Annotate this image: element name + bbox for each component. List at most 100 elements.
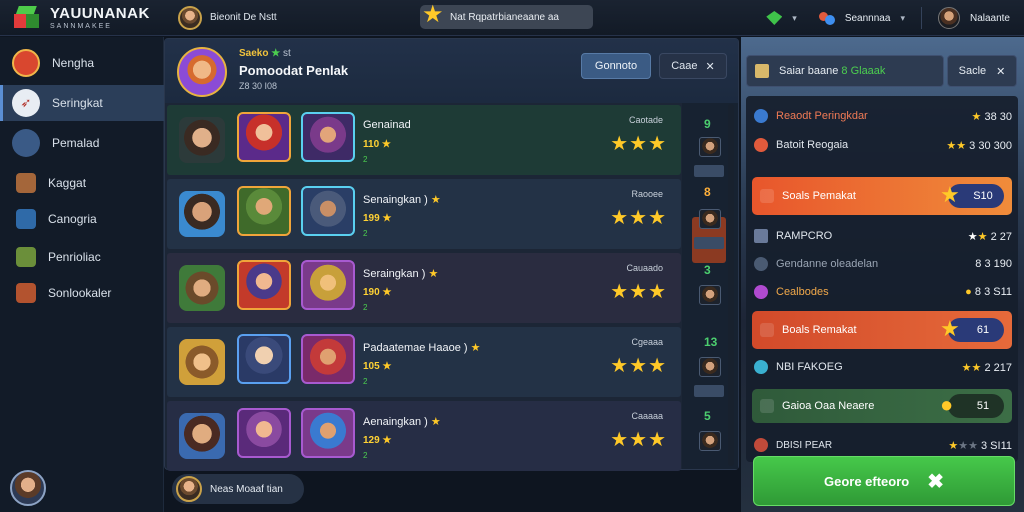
sidebar-item-home[interactable]: Nengha <box>0 45 164 81</box>
friends-icon[interactable] <box>818 10 835 26</box>
chest-icon <box>755 64 769 78</box>
player-score: 110 ★ <box>363 139 391 150</box>
list-item[interactable]: DBISI PEAR ★★★ 3 SI11 <box>754 433 1012 457</box>
rewards-tab[interactable]: Saiar baane 8 Glaaak <box>746 55 944 87</box>
sidebar-item-label: Nengha <box>52 56 95 70</box>
sidebar-item-players[interactable]: Pemalad <box>0 125 164 161</box>
player-portrait <box>179 339 225 385</box>
table-row[interactable]: Seraingkan ) ★ 190 ★ 2 Cauaado ★★★ <box>167 253 681 323</box>
rank-number: 8 <box>704 185 711 199</box>
rating-stars: ★★★ <box>610 207 667 229</box>
logo-title: YAUUNANAK <box>50 4 150 22</box>
player-sub: 2 <box>363 229 368 238</box>
player-portrait <box>179 413 225 459</box>
claim-button[interactable]: Geore efteoro ✖ <box>753 456 1015 506</box>
hero-rank-label: Saeko ★ st <box>239 48 291 59</box>
player-sub: 2 <box>363 451 368 460</box>
swords-icon: ✖ <box>927 470 944 493</box>
row-status: Caaaaa <box>631 411 663 421</box>
rank-bar <box>694 237 724 249</box>
chat-button[interactable]: Neas Moaaf tian <box>172 474 304 504</box>
unit-card[interactable] <box>237 112 291 162</box>
account-avatar[interactable] <box>10 470 46 506</box>
quest-banner-text: Nat Rqpatrbianeaane aa <box>450 11 559 23</box>
confirm-button[interactable]: Gonnoto <box>581 53 651 79</box>
player-name: Senaingkan ) ★ <box>363 194 441 206</box>
sidebar-item-label: Sonlookaler <box>48 286 112 300</box>
profile-name[interactable]: Nalaante <box>970 13 1010 24</box>
sidebar-item-boots[interactable]: Kaggat <box>0 165 164 201</box>
rank-avatar[interactable] <box>699 357 721 377</box>
unit-card[interactable] <box>301 334 355 384</box>
scrollbar[interactable] <box>728 104 734 466</box>
unit-card[interactable] <box>237 260 291 310</box>
list-item[interactable]: Reaodt Peringkdar ★ 38 30 <box>754 104 1012 128</box>
close-icon: ✕ <box>705 60 715 73</box>
unit-card[interactable] <box>237 408 291 458</box>
list-item[interactable]: Batoit Reogaia ★★ 3 30 300 <box>754 133 1012 157</box>
quest-banner[interactable]: ★ Nat Rqpatrbianeaane aa <box>420 3 593 29</box>
panel-header: Saeko ★ st Pomoodat Penlak Z8 30 I08 Gon… <box>165 39 738 103</box>
table-row[interactable]: Genainad 110 ★ 2 Caotade ★★★ <box>167 105 681 175</box>
list-item[interactable]: RAMPCRO ★★ 2 27 <box>754 224 1012 248</box>
rank-number: 3 <box>704 263 711 277</box>
rating-stars: ★★★ <box>610 429 667 451</box>
player-score: 129 ★ <box>363 435 392 446</box>
highlight-reward[interactable]: Boals Remakat ★ 61 <box>752 311 1012 349</box>
chevron-down-icon[interactable]: ▾ <box>792 13 797 24</box>
helmet-icon <box>12 129 40 157</box>
sidebar-item-label: Pemalad <box>52 136 100 150</box>
list-item[interactable]: Gendanne oleadelan 8 3 190 <box>754 252 1012 276</box>
list-item[interactable]: NBI FAKOEG ★★ 2 217 <box>754 355 1012 379</box>
gem-icon[interactable] <box>766 11 783 25</box>
bag-icon <box>16 283 36 303</box>
sword-icon: ➶ <box>12 89 40 117</box>
unit-card[interactable] <box>301 186 355 236</box>
app-logo[interactable]: YAUUNANAK SANNMAKEE <box>0 4 160 30</box>
sidebar: Nengha ➶ Seringkat Pemalad Kaggat Canogr… <box>0 37 164 512</box>
user-name: Bieonit De Nstt <box>210 12 277 23</box>
table-row[interactable]: Aenaingkan ) ★ 129 ★ 2 Caaaaa ★★★ <box>167 401 681 471</box>
rank-avatar[interactable] <box>699 285 721 305</box>
sidebar-item-category[interactable]: Canogria <box>0 201 164 237</box>
rank-avatar[interactable] <box>699 431 721 451</box>
close-button[interactable]: Caae ✕ <box>659 53 727 79</box>
row-status: Raooee <box>631 189 663 199</box>
rank-avatar[interactable] <box>699 209 721 229</box>
unit-card[interactable] <box>237 334 291 384</box>
unit-card[interactable] <box>301 408 355 458</box>
sidebar-item-items[interactable]: Sonlookaler <box>0 275 164 311</box>
unit-card[interactable] <box>301 260 355 310</box>
player-sub: 2 <box>363 377 368 386</box>
player-portrait <box>179 117 225 163</box>
table-row[interactable]: Padaatemae Haaoe ) ★ 105 ★ 2 Cgeaaa ★★★ <box>167 327 681 397</box>
rank-number: 9 <box>704 117 711 131</box>
rank-avatar[interactable] <box>699 137 721 157</box>
logo-cube-icon <box>14 5 40 30</box>
rank-number: 5 <box>704 409 711 423</box>
hero-portrait[interactable] <box>177 47 227 97</box>
unit-card[interactable] <box>237 186 291 236</box>
sidebar-item-ranking[interactable]: ➶ Seringkat <box>0 85 164 121</box>
rating-stars: ★★★ <box>610 133 667 155</box>
highlight-reward[interactable]: Soals Pemakat ★ S10 <box>752 177 1012 215</box>
player-name: Seraingkan ) ★ <box>363 268 439 280</box>
player-portrait <box>179 265 225 311</box>
player-name: Padaatemae Haaoe ) ★ <box>363 342 481 354</box>
table-row[interactable]: Senaingkan ) ★ 199 ★ 2 Raooee ★★★ <box>167 179 681 249</box>
scale-button[interactable]: Sacle ✕ <box>947 55 1017 87</box>
panel-title: Pomoodat Penlak <box>239 63 349 78</box>
highlight-reward[interactable]: Gaioa Oaa Neaere ● 51 <box>752 389 1012 423</box>
sword-icon <box>760 323 774 337</box>
leaf-icon <box>760 399 774 413</box>
list-item[interactable]: Cealbodes ● 8 3 S11 <box>754 280 1012 304</box>
gear-icon <box>754 229 768 243</box>
unit-card[interactable] <box>301 112 355 162</box>
boot-icon <box>16 173 36 193</box>
top-bar: YAUUNANAK SANNMAKEE Bieonit De Nstt ★ Na… <box>0 0 1024 36</box>
chevron-down-icon[interactable]: ▾ <box>900 13 905 24</box>
profile-avatar[interactable] <box>937 7 960 29</box>
currency-label[interactable]: Seannnaa <box>845 13 891 24</box>
top-user[interactable]: Bieonit De Nstt <box>178 5 277 30</box>
sidebar-item-weapons[interactable]: Penrioliac <box>0 239 164 275</box>
